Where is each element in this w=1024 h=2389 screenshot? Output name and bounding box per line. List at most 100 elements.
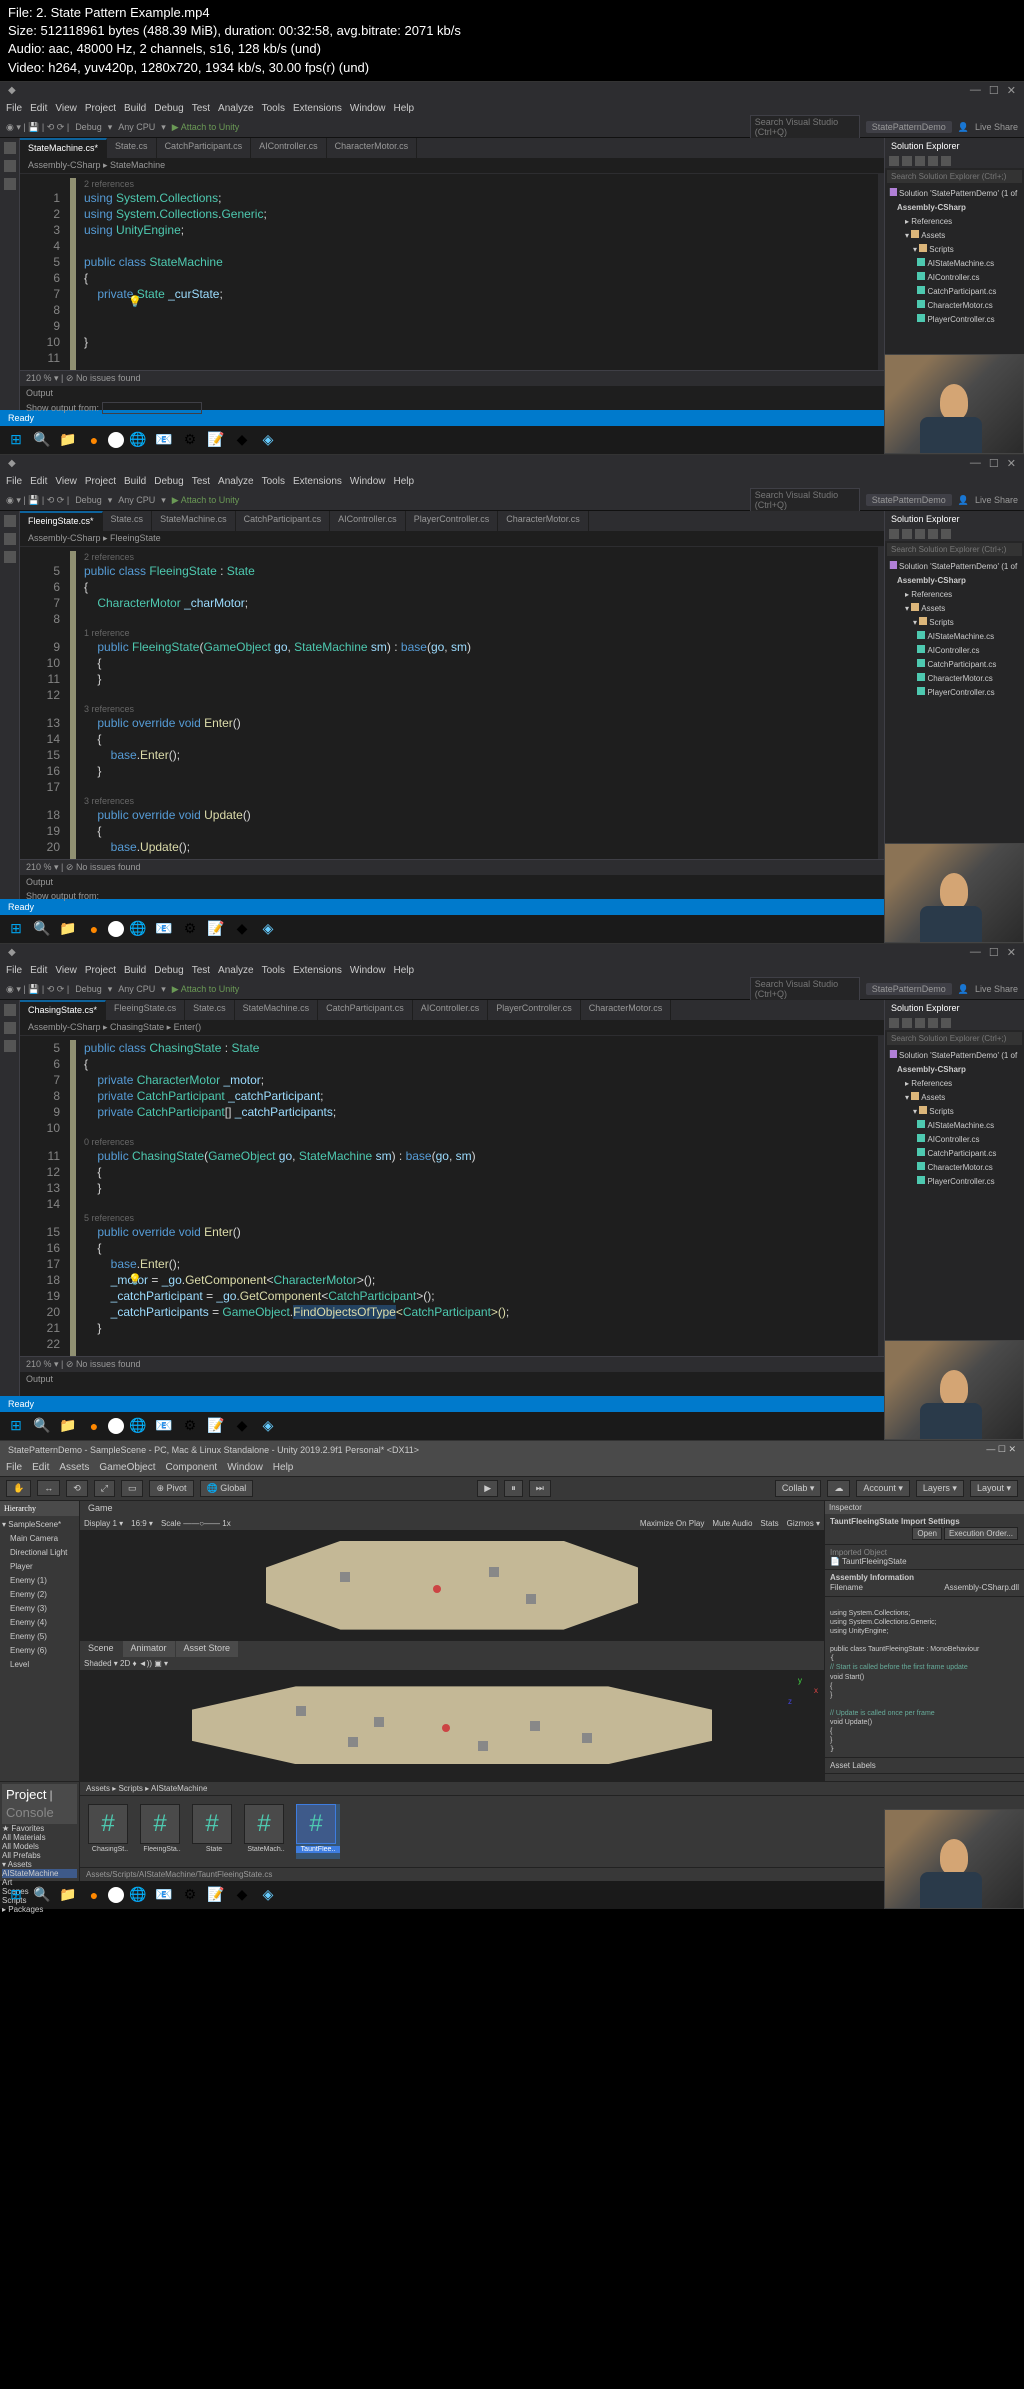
breadcrumb[interactable]: Assembly-CSharp ▸ StateMachine <box>20 158 884 174</box>
tab[interactable]: CatchParticipant.cs <box>318 1000 413 1020</box>
hierarchy-item[interactable]: Enemy (2) <box>2 1588 77 1602</box>
unity-menu-bar[interactable]: FileEditAssetsGameObjectComponentWindowH… <box>0 1459 1024 1477</box>
exec-order-button[interactable]: Execution Order... <box>944 1527 1018 1540</box>
menu-file[interactable]: File <box>6 476 22 487</box>
menu-analyze[interactable]: Analyze <box>218 476 254 487</box>
live-share[interactable]: Live Share <box>975 122 1018 132</box>
scene-tab[interactable]: Animator <box>123 1641 175 1657</box>
menu-project[interactable]: Project <box>85 965 116 976</box>
taskbar[interactable]: ⊞🔍📁●🌐📧⚙📝◆◈ <box>0 1881 1024 1909</box>
window-controls[interactable]: —☐✕ <box>970 84 1016 97</box>
menu-bar[interactable]: FileEditViewProjectBuildDebugTestAnalyze… <box>0 473 1024 491</box>
project-asset[interactable]: #ChasingSt.. <box>88 1804 132 1859</box>
hierarchy-item[interactable]: Enemy (5) <box>2 1630 77 1644</box>
scrollbar[interactable] <box>878 174 884 370</box>
menu-tools[interactable]: Tools <box>262 476 285 487</box>
tab[interactable]: ChasingState.cs* <box>20 1000 106 1020</box>
play-button[interactable]: ▶ <box>477 1480 498 1497</box>
tab[interactable]: State.cs <box>103 511 153 531</box>
tab[interactable]: StateMachine.cs* <box>20 138 107 158</box>
tab[interactable]: FleeingState.cs <box>106 1000 185 1020</box>
toolbar[interactable]: ◉ ▾ | 💾 | ⟲ ⟳ | Debug▾ Any CPU▾ ▶ Attach… <box>0 980 1024 1000</box>
file-item[interactable]: CatchParticipant.cs <box>889 658 1020 672</box>
project-panel[interactable]: Project | Console ★ Favorites All Materi… <box>0 1781 1024 1881</box>
hierarchy-item[interactable]: Player <box>2 1560 77 1574</box>
menu-view[interactable]: View <box>55 965 77 976</box>
menu-assets[interactable]: Assets <box>59 1462 89 1473</box>
lightbulb-icon[interactable]: 💡 <box>128 1272 142 1288</box>
scene-tab[interactable]: Scene <box>80 1641 122 1657</box>
editor-tabs[interactable]: ChasingState.cs*FleeingState.csState.csS… <box>20 1000 884 1020</box>
file-item[interactable]: PlayerController.cs <box>889 1175 1020 1189</box>
menu-test[interactable]: Test <box>192 103 210 114</box>
breadcrumb[interactable]: Assembly-CSharp ▸ ChasingState ▸ Enter() <box>20 1020 884 1036</box>
menu-view[interactable]: View <box>55 476 77 487</box>
menu-edit[interactable]: Edit <box>30 103 47 114</box>
hierarchy-item[interactable]: Enemy (6) <box>2 1644 77 1658</box>
tab[interactable]: State.cs <box>185 1000 235 1020</box>
menu-edit[interactable]: Edit <box>30 476 47 487</box>
menu-analyze[interactable]: Analyze <box>218 965 254 976</box>
menu-component[interactable]: Component <box>166 1462 218 1473</box>
tab[interactable]: AIController.cs <box>251 138 327 158</box>
menu-help[interactable]: Help <box>393 103 414 114</box>
menu-window[interactable]: Window <box>227 1462 263 1473</box>
pause-button[interactable]: ⏸ <box>504 1480 523 1497</box>
menu-extensions[interactable]: Extensions <box>293 965 342 976</box>
file-item[interactable]: AIController.cs <box>889 1133 1020 1147</box>
file-item[interactable]: CharacterMotor.cs <box>889 1161 1020 1175</box>
step-button[interactable]: ⏭ <box>529 1480 551 1497</box>
left-rail[interactable] <box>0 138 20 410</box>
menu-project[interactable]: Project <box>85 103 116 114</box>
file-item[interactable]: AIStateMachine.cs <box>889 1119 1020 1133</box>
menu-tools[interactable]: Tools <box>262 965 285 976</box>
file-item[interactable]: AIStateMachine.cs <box>889 630 1020 644</box>
collab-button[interactable]: Collab ▾ <box>775 1480 822 1497</box>
file-item[interactable]: CharacterMotor.cs <box>889 672 1020 686</box>
tab[interactable]: State.cs <box>107 138 157 158</box>
code-editor[interactable]: 💡 2 referencesusing System.Collections;u… <box>76 174 878 370</box>
menu-window[interactable]: Window <box>350 965 386 976</box>
editor-tabs[interactable]: FleeingState.cs*State.csStateMachine.csC… <box>20 511 884 531</box>
scene-view[interactable]: x y z <box>80 1670 824 1781</box>
menu-bar[interactable]: FileEditViewProjectBuildDebugTestAnalyze… <box>0 962 1024 980</box>
file-item[interactable]: CatchParticipant.cs <box>889 1147 1020 1161</box>
menu-file[interactable]: File <box>6 1462 22 1473</box>
hierarchy-item[interactable]: Enemy (4) <box>2 1616 77 1630</box>
menu-build[interactable]: Build <box>124 476 146 487</box>
file-item[interactable]: AIStateMachine.cs <box>889 257 1020 271</box>
menu-test[interactable]: Test <box>192 965 210 976</box>
attach-button[interactable]: ▶ Attach to Unity <box>172 122 239 133</box>
project-asset[interactable]: #FleeingSta.. <box>140 1804 184 1859</box>
menu-debug[interactable]: Debug <box>154 965 183 976</box>
tab[interactable]: CharacterMotor.cs <box>498 511 589 531</box>
project-asset[interactable]: #StateMach.. <box>244 1804 288 1859</box>
hierarchy-panel[interactable]: Hierarchy ▾ SampleScene*Main CameraDirec… <box>0 1501 80 1781</box>
layout-button[interactable]: Layout ▾ <box>970 1480 1018 1497</box>
layers-button[interactable]: Layers ▾ <box>916 1480 964 1497</box>
game-view[interactable] <box>80 1530 824 1641</box>
menu-extensions[interactable]: Extensions <box>293 476 342 487</box>
taskbar[interactable]: ⊞🔍📁●🌐📧⚙📝◆◈ <box>0 915 1024 943</box>
open-button[interactable]: Open <box>912 1527 942 1540</box>
menu-debug[interactable]: Debug <box>154 476 183 487</box>
tab[interactable]: PlayerController.cs <box>406 511 499 531</box>
hierarchy-item[interactable]: Main Camera <box>2 1532 77 1546</box>
menu-help[interactable]: Help <box>393 965 414 976</box>
project-breadcrumb[interactable]: Assets ▸ Scripts ▸ AIStateMachine <box>80 1782 1024 1796</box>
tab[interactable]: CatchParticipant.cs <box>157 138 252 158</box>
tab[interactable]: StateMachine.cs <box>152 511 236 531</box>
menu-bar[interactable]: FileEditViewProjectBuildDebugTestAnalyze… <box>0 100 1024 118</box>
menu-edit[interactable]: Edit <box>32 1462 49 1473</box>
file-item[interactable]: AIController.cs <box>889 271 1020 285</box>
menu-edit[interactable]: Edit <box>30 965 47 976</box>
file-item[interactable]: AIController.cs <box>889 644 1020 658</box>
tab[interactable]: AIController.cs <box>413 1000 489 1020</box>
project-asset[interactable]: #TauntFlee.. <box>296 1804 340 1859</box>
taskbar[interactable]: ⊞🔍📁●🌐📧⚙📝◆◈ <box>0 426 1024 454</box>
code-editor[interactable]: 💡 public class ChasingState : State{ pri… <box>76 1036 878 1356</box>
menu-file[interactable]: File <box>6 965 22 976</box>
search-input[interactable]: Search Visual Studio (Ctrl+Q) <box>750 977 860 1001</box>
window-controls[interactable]: —☐✕ <box>970 457 1016 470</box>
search-input[interactable]: Search Visual Studio (Ctrl+Q) <box>750 115 860 139</box>
